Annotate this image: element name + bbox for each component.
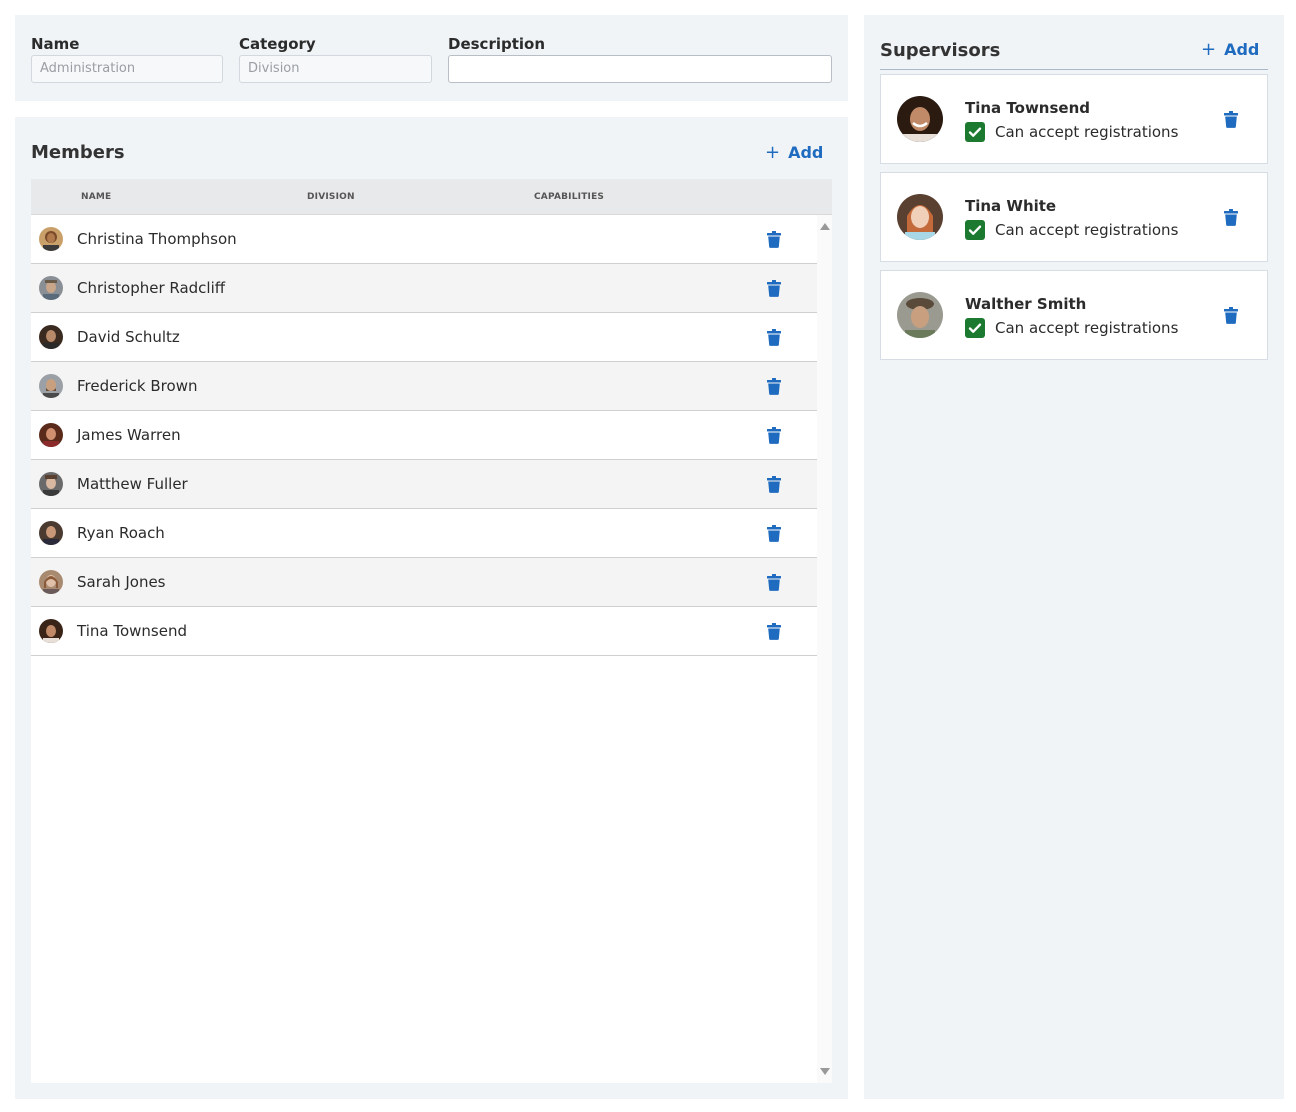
member-name: Christopher Radcliff xyxy=(77,279,226,297)
column-division[interactable]: DIVISION xyxy=(307,192,355,202)
avatar xyxy=(897,292,943,338)
trash-icon[interactable] xyxy=(767,231,781,252)
member-name: Matthew Fuller xyxy=(77,475,188,493)
members-scrollbar[interactable] xyxy=(817,215,832,1083)
add-supervisor-button[interactable]: + Add xyxy=(1201,39,1259,60)
table-body: Christina Thomphson Christopher Radcliff… xyxy=(31,215,817,1083)
category-label: Category xyxy=(239,35,316,53)
description-label: Description xyxy=(448,35,546,53)
trash-icon[interactable] xyxy=(767,378,781,399)
column-capabilities[interactable]: CAPABILITIES xyxy=(534,192,604,202)
avatar xyxy=(39,472,63,496)
table-row[interactable]: Frederick Brown xyxy=(31,362,817,411)
arrow-down-icon[interactable] xyxy=(820,1068,830,1075)
supervisors-title: Supervisors xyxy=(880,40,1001,61)
avatar xyxy=(39,325,63,349)
supervisor-card: Walther Smith Can accept registrations xyxy=(880,270,1268,360)
avatar xyxy=(39,423,63,447)
trash-icon[interactable] xyxy=(1224,307,1238,328)
members-panel: Members + Add NAME DIVISION CAPABILITIES … xyxy=(15,117,848,1099)
avatar xyxy=(39,619,63,643)
member-name: James Warren xyxy=(77,426,181,444)
check-icon[interactable] xyxy=(965,220,985,240)
avatar xyxy=(39,521,63,545)
supervisor-name: Walther Smith xyxy=(965,295,1087,313)
supervisors-panel: Supervisors + Add Tina Townsend Can accep… xyxy=(864,15,1284,1099)
check-icon[interactable] xyxy=(965,318,985,338)
trash-icon[interactable] xyxy=(767,329,781,350)
member-name: Frederick Brown xyxy=(77,377,198,395)
table-row[interactable]: Sarah Jones xyxy=(31,558,817,607)
table-row[interactable]: Ryan Roach xyxy=(31,509,817,558)
add-supervisor-label: Add xyxy=(1224,40,1260,59)
trash-icon[interactable] xyxy=(767,525,781,546)
supervisor-name: Tina Townsend xyxy=(965,99,1090,117)
capability-label: Can accept registrations xyxy=(995,319,1179,337)
members-title: Members xyxy=(31,142,125,163)
table-row[interactable]: James Warren xyxy=(31,411,817,460)
trash-icon[interactable] xyxy=(767,427,781,448)
description-input[interactable] xyxy=(448,55,832,83)
avatar xyxy=(39,227,63,251)
member-name: Tina Townsend xyxy=(77,622,187,640)
trash-icon[interactable] xyxy=(767,623,781,644)
add-member-label: Add xyxy=(788,143,824,162)
capability-label: Can accept registrations xyxy=(995,123,1179,141)
avatar xyxy=(897,194,943,240)
supervisor-card: Tina Townsend Can accept registrations xyxy=(880,74,1268,164)
group-form: Name Administration Category Division De… xyxy=(15,15,848,101)
trash-icon[interactable] xyxy=(1224,209,1238,230)
plus-icon: + xyxy=(1201,39,1217,60)
name-input[interactable]: Administration xyxy=(31,55,223,83)
add-member-button[interactable]: + Add xyxy=(765,142,823,163)
table-header: NAME DIVISION CAPABILITIES xyxy=(31,179,832,215)
category-input[interactable]: Division xyxy=(239,55,432,83)
check-icon[interactable] xyxy=(965,122,985,142)
divider xyxy=(880,69,1268,70)
category-field: Category Division xyxy=(239,35,432,83)
table-row[interactable]: Tina Townsend xyxy=(31,607,817,656)
avatar xyxy=(39,276,63,300)
trash-icon[interactable] xyxy=(767,476,781,497)
member-name: Ryan Roach xyxy=(77,524,165,542)
table-row[interactable]: Christina Thomphson xyxy=(31,215,817,264)
table-row[interactable]: Christopher Radcliff xyxy=(31,264,817,313)
member-name: Christina Thomphson xyxy=(77,230,237,248)
supervisor-name: Tina White xyxy=(965,197,1057,215)
table-row[interactable]: David Schultz xyxy=(31,313,817,362)
trash-icon[interactable] xyxy=(1224,111,1238,132)
avatar xyxy=(897,96,943,142)
members-table: NAME DIVISION CAPABILITIES Christina Tho… xyxy=(31,179,832,1083)
name-label: Name xyxy=(31,35,80,53)
arrow-up-icon[interactable] xyxy=(820,223,830,230)
supervisor-card: Tina White Can accept registrations xyxy=(880,172,1268,262)
member-name: David Schultz xyxy=(77,328,180,346)
name-field: Name Administration xyxy=(31,35,223,83)
capability-label: Can accept registrations xyxy=(995,221,1179,239)
avatar xyxy=(39,570,63,594)
table-row[interactable]: Matthew Fuller xyxy=(31,460,817,509)
trash-icon[interactable] xyxy=(767,280,781,301)
member-name: Sarah Jones xyxy=(77,573,166,591)
trash-icon[interactable] xyxy=(767,574,781,595)
column-name[interactable]: NAME xyxy=(81,192,111,202)
plus-icon: + xyxy=(765,142,781,163)
avatar xyxy=(39,374,63,398)
description-field: Description xyxy=(448,35,832,83)
